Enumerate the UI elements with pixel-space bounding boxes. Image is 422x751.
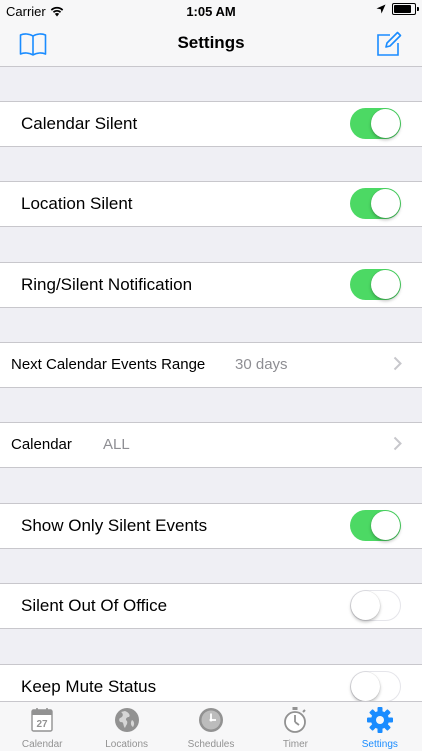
compose-button[interactable] [373, 28, 405, 60]
tab-label: Timer [282, 739, 309, 750]
show-only-silent-events-label: Show Only Silent Events [21, 516, 208, 535]
calendar-row[interactable]: Calendar ALL [0, 422, 422, 468]
ring-silent-notification-toggle[interactable] [350, 269, 401, 300]
globe-icon [114, 708, 139, 732]
toggle-knob [371, 189, 400, 218]
keep-mute-status-toggle[interactable] [350, 671, 401, 702]
calendar-icon-day: 27 [37, 719, 49, 730]
toggle-knob [371, 511, 400, 540]
toggle-knob [351, 591, 380, 620]
next-calendar-events-range-label: Next Calendar Events Range [11, 356, 206, 373]
location-silent-toggle[interactable] [350, 188, 401, 219]
chevron-right-icon [393, 356, 402, 371]
calendar-value: ALL [103, 436, 130, 453]
tab-label: Schedules [187, 739, 235, 750]
chevron-right-icon [393, 436, 402, 451]
battery-fill [394, 5, 411, 13]
silent-out-of-office-row: Silent Out Of Office [0, 583, 422, 629]
tab-bar: 27 Calendar Locations Schedules Timer Se… [0, 701, 422, 751]
next-calendar-events-range-row[interactable]: Next Calendar Events Range 30 days [0, 342, 422, 388]
status-time: 1:05 AM [186, 4, 236, 19]
tab-schedules[interactable]: Schedules [169, 702, 253, 751]
page-title: Settings [177, 33, 245, 52]
show-only-silent-events-toggle[interactable] [350, 510, 401, 541]
keep-mute-status-label: Keep Mute Status [21, 677, 157, 696]
calendar-icon: 27 [31, 708, 53, 732]
status-bar: Carrier 1:05 AM [0, 0, 422, 22]
ring-silent-notification-row: Ring/Silent Notification [0, 262, 422, 308]
silent-out-of-office-label: Silent Out Of Office [21, 596, 168, 615]
compose-icon [377, 31, 402, 56]
tab-settings[interactable]: Settings [338, 702, 422, 751]
toggle-knob [351, 672, 380, 701]
calendar-label: Calendar [11, 436, 72, 453]
clock-icon [199, 708, 224, 732]
toggle-knob [371, 109, 400, 138]
tab-label: Locations [105, 739, 149, 750]
status-right [376, 3, 419, 15]
toggle-knob [371, 270, 400, 299]
tab-calendar[interactable]: 27 Calendar [0, 702, 84, 751]
gear-icon [366, 707, 393, 733]
navigation-bar: Settings [0, 22, 422, 67]
tab-timer[interactable]: Timer [253, 702, 337, 751]
calendar-silent-label: Calendar Silent [21, 114, 138, 133]
location-arrow-icon [376, 4, 386, 14]
tab-locations[interactable]: Locations [84, 702, 168, 751]
tab-label: Settings [361, 739, 398, 750]
tab-label: Calendar [21, 739, 63, 750]
show-only-silent-events-row: Show Only Silent Events [0, 503, 422, 549]
stopwatch-icon [284, 707, 307, 733]
calendar-silent-row: Calendar Silent [0, 101, 422, 147]
silent-out-of-office-toggle[interactable] [350, 590, 401, 621]
location-silent-label: Location Silent [21, 194, 133, 213]
ring-silent-notification-label: Ring/Silent Notification [21, 275, 193, 294]
calendar-silent-toggle[interactable] [350, 108, 401, 139]
battery-icon [392, 3, 419, 15]
location-silent-row: Location Silent [0, 181, 422, 227]
next-calendar-events-range-value: 30 days [235, 356, 288, 373]
